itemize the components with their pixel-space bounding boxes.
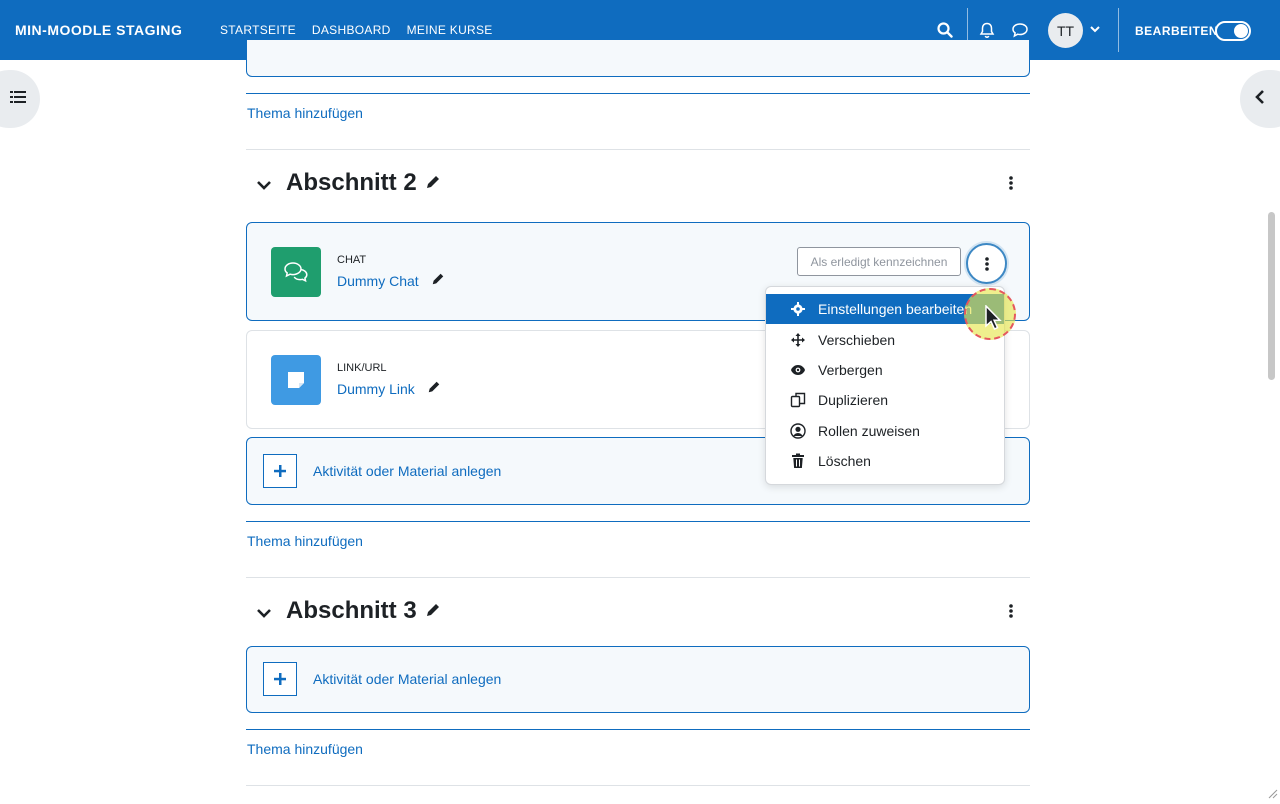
menu-item-duplicate[interactable]: Duplizieren (766, 385, 1004, 415)
avatar[interactable]: TT (1048, 13, 1083, 48)
bell-icon[interactable] (977, 20, 997, 40)
scrollbar-thumb[interactable] (1268, 212, 1275, 380)
copy-icon (790, 392, 806, 408)
menu-item-label: Verschieben (818, 331, 896, 348)
pencil-icon[interactable] (425, 169, 441, 197)
chevron-left-icon (1254, 89, 1266, 110)
menu-item-assign-roles[interactable]: Rollen zuweisen (766, 416, 1004, 446)
section-menu-kebab-icon[interactable] (1001, 173, 1021, 193)
plus-icon[interactable] (263, 454, 297, 488)
pencil-icon[interactable] (425, 597, 441, 625)
menu-item-label: Löschen (818, 453, 871, 470)
user-circle-icon (790, 423, 806, 439)
section-title-text: Abschnitt 3 (286, 597, 417, 624)
menu-item-label: Rollen zuweisen (818, 422, 920, 439)
section-title: Abschnitt 2 (286, 169, 441, 197)
chevron-down-icon[interactable] (256, 177, 272, 198)
activity-type-label: CHAT (337, 254, 367, 266)
section-menu-kebab-icon[interactable] (1001, 601, 1021, 621)
add-activity-box (246, 40, 1030, 77)
section-divider (246, 521, 1030, 522)
gear-icon (790, 301, 806, 317)
activity-menu-kebab-icon[interactable] (966, 243, 1007, 284)
activity-name-link[interactable]: Dummy Link (337, 380, 441, 397)
section-separator (246, 785, 1030, 786)
section-separator (246, 577, 1030, 578)
edit-mode-toggle[interactable] (1215, 21, 1251, 41)
section-divider (246, 729, 1030, 730)
section-divider (246, 93, 1030, 94)
add-topic-link[interactable]: Thema hinzufügen (247, 105, 363, 121)
trash-icon (790, 453, 806, 469)
move-icon (790, 332, 806, 348)
add-activity-link[interactable]: Aktivität oder Material anlegen (313, 463, 501, 479)
activity-name-link[interactable]: Dummy Chat (337, 272, 445, 289)
menu-item-delete[interactable]: Löschen (766, 446, 1004, 476)
menu-item-hide[interactable]: Verbergen (766, 355, 1004, 385)
resize-grip-icon (1266, 786, 1278, 804)
chevron-down-icon[interactable] (256, 605, 272, 626)
menu-item-label: Einstellungen bearbeiten (818, 301, 973, 318)
chevron-down-icon[interactable] (1089, 22, 1101, 41)
url-icon (271, 355, 321, 405)
activity-name[interactable]: Dummy Link (337, 381, 415, 397)
pencil-icon[interactable] (431, 272, 445, 289)
section-title-text: Abschnitt 2 (286, 169, 417, 196)
add-topic-link[interactable]: Thema hinzufügen (247, 741, 363, 757)
section-separator (246, 149, 1030, 150)
eye-icon (790, 362, 806, 378)
add-activity-link[interactable]: Aktivität oder Material anlegen (313, 671, 501, 687)
section-title: Abschnitt 3 (286, 597, 441, 625)
activity-name[interactable]: Dummy Chat (337, 273, 419, 289)
activity-type-label: LINK/URL (337, 362, 387, 374)
edit-mode-label: BEARBEITEN (1135, 24, 1219, 38)
menu-item-label: Duplizieren (818, 392, 889, 409)
mark-done-button[interactable]: Als erledigt kennzeichnen (797, 247, 961, 276)
navbar-divider (1118, 8, 1119, 52)
list-icon (10, 90, 26, 109)
pencil-icon[interactable] (427, 380, 441, 397)
message-icon[interactable] (1010, 20, 1030, 40)
block-drawer-toggle[interactable] (1240, 70, 1280, 128)
chat-icon (271, 247, 321, 297)
course-index-toggle[interactable] (0, 70, 40, 128)
menu-item-label: Verbergen (818, 361, 883, 378)
mouse-cursor-icon (985, 304, 1005, 336)
add-topic-link[interactable]: Thema hinzufügen (247, 533, 363, 549)
search-icon[interactable] (935, 20, 955, 40)
site-brand[interactable]: MIN-MOODLE STAGING (15, 22, 182, 38)
plus-icon[interactable] (263, 662, 297, 696)
